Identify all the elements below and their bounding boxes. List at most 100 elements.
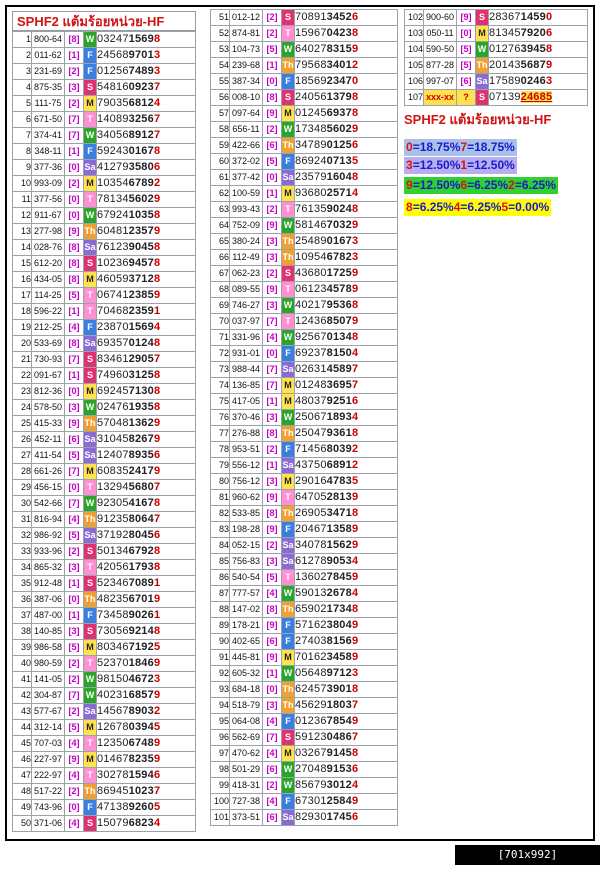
day-badge: S (83, 623, 97, 640)
table-row: 96 562-69 [7] S 5912304867 (210, 729, 398, 746)
digit-sequence: 5013467928 (96, 543, 196, 560)
digit-sequence: 1243685079 (294, 313, 398, 330)
bracket-digit: [1] (262, 665, 282, 682)
row-number: 89 (210, 617, 230, 634)
digit-sequence: 0263145897 (294, 361, 398, 378)
day-badge: Th (83, 223, 97, 240)
day-badge: T (83, 655, 97, 672)
day-badge: W (83, 687, 97, 704)
bracket-digit: [9] (262, 521, 282, 538)
row-number: 9 (12, 159, 32, 176)
row-number: 74 (210, 377, 230, 394)
bracket-digit: [4] (262, 745, 282, 762)
row-number: 35 (12, 575, 32, 592)
day-badge: M (83, 383, 97, 400)
bracket-digit: [7] (64, 351, 84, 368)
row-number: 92 (210, 665, 230, 682)
day-badge: W (281, 761, 295, 778)
day-badge: T (281, 489, 295, 506)
table-row: 67 062-23 [2] S 4368017259 (210, 265, 398, 282)
row-number: 72 (210, 345, 230, 362)
row-number: 65 (210, 233, 230, 250)
bracket-digit: [2] (64, 175, 84, 192)
digit-sequence: 1856923470 (294, 73, 398, 90)
percentage-line: 0=18.75%7=18.75% (404, 139, 517, 156)
draw-code: 147-02 (229, 601, 263, 618)
row-number: 75 (210, 393, 230, 410)
draw-code: 141-05 (31, 671, 65, 688)
row-number: 105 (404, 57, 424, 74)
digit-sequence: 7145680392 (294, 441, 398, 458)
bracket-digit: [6] (262, 137, 282, 154)
draw-code: 800-64 (31, 31, 65, 48)
digit-sequence: 4127935806 (96, 159, 196, 176)
table-row: 72 931-01 [0] F 6923781504 (210, 345, 398, 362)
bracket-digit: [2] (262, 777, 282, 794)
draw-code: 877-28 (423, 57, 457, 74)
day-badge: S (83, 815, 97, 832)
row-number: 27 (12, 447, 32, 464)
table-row: 56 008-10 [8] S 2405613798 (210, 89, 398, 106)
results-table-3: 102 900-60 [9] S 2836714590 103 050-11 [0] M 8134… (404, 9, 588, 106)
bracket-digit: [3] (262, 249, 282, 266)
bracket-digit: [3] (262, 297, 282, 314)
bracket-digit: [3] (64, 559, 84, 576)
day-badge: W (83, 495, 97, 512)
table-row: 9 377-36 [0] Sa 4127935806 (12, 159, 196, 176)
bracket-digit: [5] (262, 153, 282, 170)
digit-sequence: 9230541678 (96, 495, 196, 512)
draw-code: 276-88 (229, 425, 263, 442)
digit-sequence: 0146782359 (96, 751, 196, 768)
percentage-value: =6.25% (514, 178, 556, 192)
bracket-digit: [4] (262, 713, 282, 730)
row-number: 96 (210, 729, 230, 746)
draw-code: 577-67 (31, 703, 65, 720)
day-badge: F (83, 63, 97, 80)
bracket-digit: [9] (262, 281, 282, 298)
row-number: 17 (12, 287, 32, 304)
digit-sequence: 4023168579 (96, 687, 196, 704)
day-badge: W (281, 41, 295, 58)
draw-code: 111-75 (31, 95, 65, 112)
bracket-digit: [9] (262, 217, 282, 234)
table-row: 74 136-85 [7] M 0124836957 (210, 377, 398, 394)
row-number: 50 (12, 815, 32, 832)
digit-sequence: 5901326784 (294, 585, 398, 602)
bracket-digit: [0] (262, 345, 282, 362)
row-number: 81 (210, 489, 230, 506)
table-row: 83 198-28 [9] F 2046713589 (210, 521, 398, 538)
bracket-digit: [8] (64, 255, 84, 272)
percentage-value: =6.25% (460, 200, 502, 214)
table-row: 61 377-42 [0] Sa 2357916048 (210, 169, 398, 186)
table-row: 22 091-67 [1] S 7496031258 (12, 367, 196, 384)
row-number: 16 (12, 271, 32, 288)
table-row: 42 304-87 [7] W 4023168579 (12, 687, 196, 704)
digit-sequence: 0326791458 (294, 745, 398, 762)
day-badge: M (281, 185, 295, 202)
table-row: 71 331-96 [4] W 9256701348 (210, 329, 398, 346)
draw-code: 661-26 (31, 463, 65, 480)
bracket-digit: [9] (262, 489, 282, 506)
day-badge: T (281, 569, 295, 586)
table-row: 80 756-12 [3] M 2901647835 (210, 473, 398, 490)
digit-sequence: 5234670891 (96, 575, 196, 592)
digit-sequence: 4823567019 (96, 591, 196, 608)
row-number: 7 (12, 127, 32, 144)
draw-code: 900-60 (423, 9, 457, 26)
bracket-digit: [7] (64, 687, 84, 704)
row-number: 53 (210, 41, 230, 58)
day-badge: F (83, 143, 97, 160)
bracket-digit: [5] (64, 639, 84, 656)
percentage-value: =18.75% (412, 140, 461, 154)
day-badge: Th (83, 415, 97, 432)
digit-sequence: 0674123859 (96, 287, 196, 304)
bracket-digit: [2] (64, 95, 84, 112)
table-row: 101 373-51 [6] Sa 8293017456 (210, 809, 398, 826)
bracket-digit: [0] (262, 681, 282, 698)
day-badge: Sa (281, 537, 295, 554)
draw-code: 377-36 (31, 159, 65, 176)
digit-sequence: 5814670329 (294, 217, 398, 234)
row-number: 8 (12, 143, 32, 160)
digit-sequence: 1734856029 (294, 121, 398, 138)
draw-code: 402-65 (229, 633, 263, 650)
